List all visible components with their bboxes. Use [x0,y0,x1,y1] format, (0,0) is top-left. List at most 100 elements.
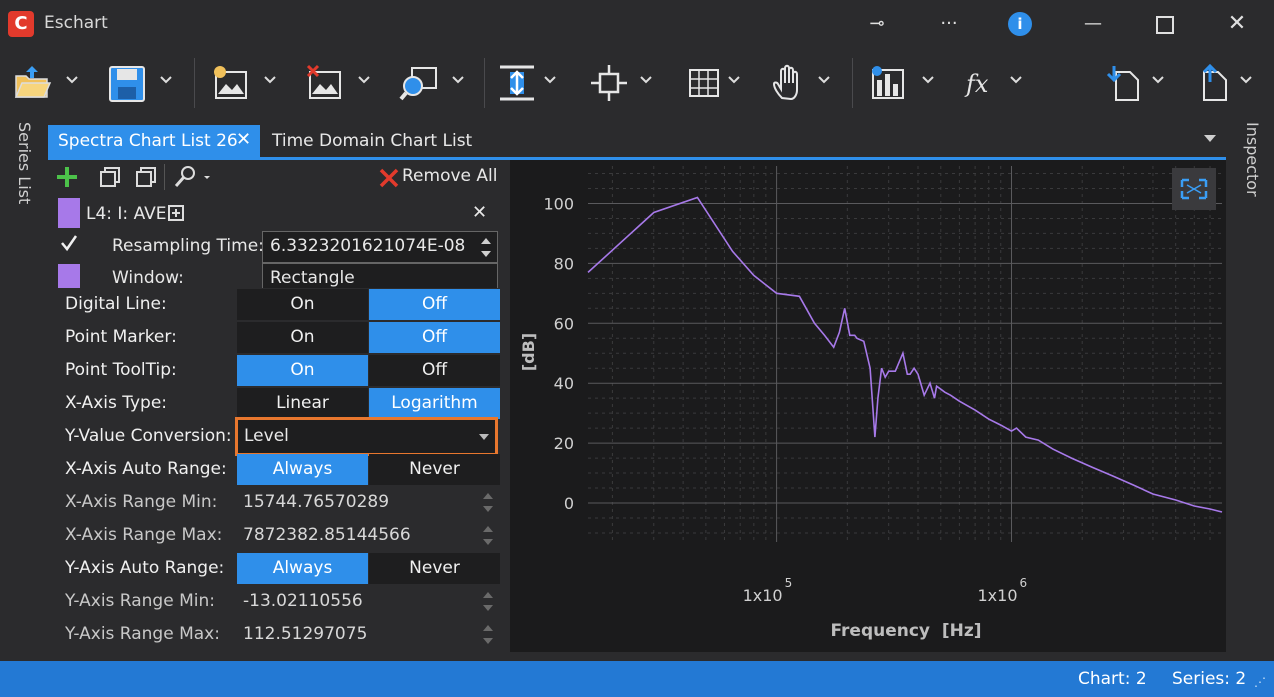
chevron-down-icon [1152,76,1164,84]
import-button[interactable] [1104,58,1176,108]
remove-series-icon[interactable]: ✕ [472,202,487,223]
info-icon[interactable]: i [1008,12,1032,36]
x-axis-range-min-row: X-Axis Range Min: 15744.76570289 [48,486,500,519]
y-axis-auto-range-label: Y-Axis Auto Range: [65,558,225,578]
x-axis-range-min-value: 15744.76570289 [243,492,390,512]
export-button[interactable] [1192,58,1264,108]
point-marker-off-toggle[interactable]: Off [369,322,500,353]
resize-grip-icon[interactable]: ⋰ [1254,675,1266,689]
more-options-icon[interactable]: ··· [934,10,964,38]
tab-spectra-chart-list[interactable]: Spectra Chart List 26 ✕ [48,125,260,157]
copy-series-icon[interactable] [98,166,122,188]
vertical-fit-icon [500,65,534,101]
zoom-chart-button[interactable] [398,58,470,108]
close-window-button[interactable]: ✕ [1222,10,1252,38]
chevron-down-icon [818,76,830,84]
fit-vertical-button[interactable] [496,58,568,108]
chart-count: Chart: 2 [1078,669,1147,689]
duplicate-series-icon[interactable] [134,166,158,188]
chart-canvas[interactable]: 020406080100 1x1051x106 [dB] Frequency [… [510,160,1226,652]
x-tick-label: 1x10 [743,586,783,605]
tab-time-domain-chart-list[interactable]: Time Domain Chart List [272,131,472,151]
x-axis-range-min-label: X-Axis Range Min: [65,492,218,512]
x-tick-label: 1x10 [977,586,1017,605]
svg-text:fx: fx [964,70,989,98]
function-button[interactable]: fx [962,58,1034,108]
x-tick-exponent: 6 [1020,576,1028,590]
spin-up-icon [483,493,493,499]
x-axis-auto-range-row: X-Axis Auto Range: Always Never [48,453,500,486]
series-visible-checkbox[interactable] [58,232,80,260]
pin-icon[interactable]: ⊸ [862,10,892,38]
x-axis-range-min-input: 15744.76570289 [237,487,499,518]
x-axis-range-max-input: 7872382.85144566 [237,520,499,551]
y-tick-label: 0 [564,494,574,513]
fit-to-view-button[interactable] [1172,168,1216,210]
inspector-side-tab-label: Inspector [1243,122,1262,197]
spin-down-icon [483,605,493,611]
point-marker-on-toggle[interactable]: On [237,322,368,353]
point-tooltip-on-toggle[interactable]: On [237,355,368,386]
y-value-conversion-select[interactable]: Level [235,417,498,456]
chevron-down-icon [922,76,934,84]
pan-button[interactable] [770,58,842,108]
spin-up-icon [483,526,493,532]
toolbar-separator [194,58,195,108]
chart-grid [588,166,1222,542]
x-auto-range-always-toggle[interactable]: Always [237,454,368,485]
open-button[interactable] [12,58,84,108]
chevron-down-icon [544,76,556,84]
series-list-panel: Remove All L4: I: AVE ✕ Resampling Time:… [48,160,510,652]
point-tooltip-off-toggle[interactable]: Off [369,355,500,386]
digital-line-off-toggle[interactable]: Off [369,289,500,320]
crosshair-button[interactable] [588,58,660,108]
x-auto-range-never-toggle[interactable]: Never [369,454,500,485]
series-list-side-tab[interactable]: Series List [10,122,38,232]
minimize-button[interactable]: — [1078,10,1108,38]
y-auto-range-never-toggle[interactable]: Never [369,553,500,584]
x-axis-logarithm-toggle[interactable]: Logarithm [369,388,500,419]
toolbar-separator [164,164,165,190]
open-folder-icon [14,66,52,98]
digital-line-on-toggle[interactable]: On [237,289,368,320]
close-tab-icon[interactable]: ✕ [236,129,251,150]
y-axis-range-min-value: -13.02110556 [243,591,363,611]
window-value: Rectangle [270,268,355,288]
magnify-chart-icon [399,67,437,101]
x-axis-auto-range-label: X-Axis Auto Range: [65,459,227,479]
settings-wrench-icon[interactable] [172,164,214,190]
tab-list-dropdown-icon[interactable] [1204,135,1216,142]
expand-series-icon[interactable] [168,205,184,221]
chevron-down-icon [264,76,276,84]
statistics-button[interactable] [868,58,940,108]
y-axis-label: [dB] [519,333,538,371]
grid-icon [689,69,719,97]
save-button[interactable] [106,58,178,108]
x-axis-linear-toggle[interactable]: Linear [237,388,368,419]
import-icon [1106,66,1139,101]
y-auto-range-always-toggle[interactable]: Always [237,553,368,584]
spin-up-icon [483,625,493,631]
resampling-time-value: 6.3323201621074E-08 [270,236,466,256]
grid-button[interactable] [684,58,756,108]
maximize-button[interactable] [1156,16,1174,34]
chevron-down-icon [1240,76,1252,84]
x-axis-ticks: 1x1051x106 [743,576,1028,605]
series-list-side-tab-label: Series List [15,122,34,205]
title-bar: C Eschart ⊸ ··· i — ✕ [0,0,1274,48]
x-axis-label: Frequency [Hz] [831,621,982,641]
spin-down-icon[interactable] [481,251,491,257]
new-chart-button[interactable] [210,58,282,108]
window-title: Eschart [44,13,108,33]
inspector-side-tab[interactable]: Inspector [1238,122,1266,222]
delete-chart-button[interactable] [304,58,376,108]
resampling-time-input[interactable]: 6.3323201621074E-08 [262,231,498,263]
y-axis-ticks: 0 20 40 60 80 100 [543,194,574,513]
spectrum-chart[interactable]: 0 20 40 60 80 100 1x10 5 1x10 6 [dB] Frequency [… [510,160,1226,652]
spin-up-icon [483,592,493,598]
add-series-icon[interactable] [54,164,80,190]
resampling-time-label: Resampling Time: [112,236,264,256]
spin-up-icon[interactable] [481,238,491,244]
y-axis-range-min-label: Y-Axis Range Min: [65,591,215,611]
series-color-swatch [58,198,80,228]
